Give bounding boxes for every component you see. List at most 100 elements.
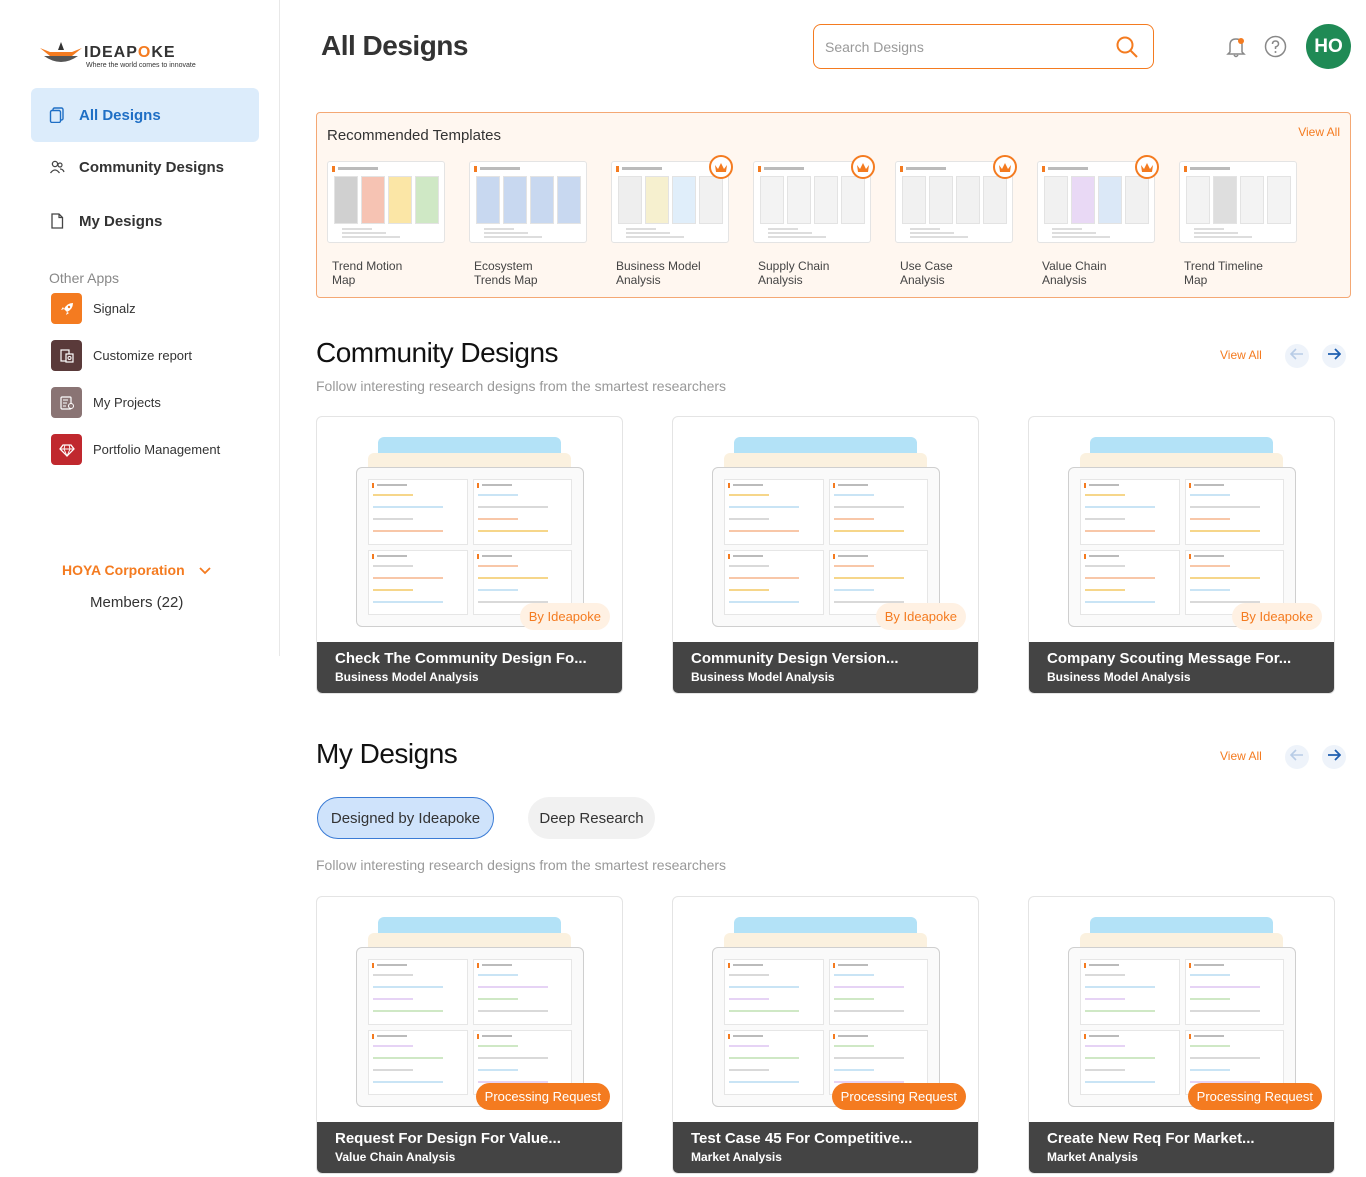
logo-tagline: Where the world comes to innovate xyxy=(86,62,196,69)
projects-icon xyxy=(51,387,82,418)
template-card[interactable]: Trend Motion Map xyxy=(327,161,445,287)
card-footer: Request For Design For Value... Value Cha… xyxy=(317,1122,622,1173)
card-footer: Community Design Version... Business Mode… xyxy=(673,642,978,693)
template-thumbnail xyxy=(469,161,587,243)
card-footer: Test Case 45 For Competitive... Market An… xyxy=(673,1122,978,1173)
template-card[interactable]: Use Case Analysis xyxy=(895,155,1017,287)
nav-my-designs[interactable]: My Designs xyxy=(31,194,259,248)
chevron-down-icon xyxy=(199,562,211,578)
page-title: All Designs xyxy=(321,30,468,61)
status-badge: By Ideapoke xyxy=(1231,603,1322,630)
card-subtitle: Market Analysis xyxy=(691,1150,782,1164)
template-card[interactable]: Ecosystem Trends Map xyxy=(469,161,587,287)
template-thumbnail xyxy=(327,161,445,243)
arrow-left-icon xyxy=(1289,347,1304,365)
template-label: Value Chain Analysis xyxy=(1042,259,1107,287)
my-designs-section-title: My Designs xyxy=(316,738,458,769)
tab-deep-research[interactable]: Deep Research xyxy=(528,797,655,839)
crown-icon xyxy=(851,155,875,179)
status-badge: Processing Request xyxy=(1187,1083,1322,1110)
copy-icon xyxy=(49,107,65,123)
nav-label: Community Designs xyxy=(79,158,225,176)
my-designs-view-all-link[interactable]: View All xyxy=(1220,749,1262,763)
logo-wordmark: IDEAPOKE xyxy=(84,44,176,61)
search-box[interactable] xyxy=(813,24,1154,69)
design-card[interactable]: Processing Request Test Case 45 For Compe… xyxy=(672,896,979,1174)
template-label: Trend Timeline Map xyxy=(1184,259,1263,287)
card-footer: Check The Community Design Fo... Business… xyxy=(317,642,622,693)
sidebar: IDEAPOKE Where the world comes to innova… xyxy=(0,0,280,656)
template-card[interactable]: Business Model Analysis xyxy=(611,155,733,287)
arrow-left-icon xyxy=(1289,748,1304,766)
arrow-right-icon xyxy=(1327,347,1342,365)
arrow-right-icon xyxy=(1327,748,1342,766)
my-designs-prev-button[interactable] xyxy=(1285,745,1309,769)
status-badge: Processing Request xyxy=(831,1083,966,1110)
crown-icon xyxy=(709,155,733,179)
design-card[interactable]: Processing Request Create New Req For Mar… xyxy=(1028,896,1335,1174)
template-card[interactable]: Value Chain Analysis xyxy=(1037,155,1159,287)
community-prev-button[interactable] xyxy=(1285,344,1309,368)
crown-icon xyxy=(1135,155,1159,179)
org-name: HOYA Corporation xyxy=(62,562,185,578)
ideapoke-logo[interactable]: IDEAPOKE Where the world comes to innova… xyxy=(38,36,213,72)
card-title: Check The Community Design Fo... xyxy=(335,650,587,667)
logo-mark-icon xyxy=(40,42,82,62)
bell-icon[interactable] xyxy=(1226,36,1246,63)
card-subtitle: Business Model Analysis xyxy=(691,670,835,684)
app-customize-report[interactable]: Customize report xyxy=(51,340,192,371)
recommended-title: Recommended Templates xyxy=(327,127,501,144)
card-title: Company Scouting Message For... xyxy=(1047,650,1292,667)
card-subtitle: Market Analysis xyxy=(1047,1150,1138,1164)
tab-designed-by-ideapoke[interactable]: Designed by Ideapoke xyxy=(317,797,494,839)
nav-label: All Designs xyxy=(79,106,161,124)
other-apps-heading: Other Apps xyxy=(49,270,120,286)
card-footer: Create New Req For Market... Market Analy… xyxy=(1029,1122,1334,1173)
org-selector[interactable]: HOYA Corporation xyxy=(62,562,211,578)
nav-community-designs[interactable]: Community Designs xyxy=(31,140,259,194)
app-my-projects[interactable]: My Projects xyxy=(51,387,161,418)
rocket-icon xyxy=(51,293,82,324)
avatar[interactable]: HO xyxy=(1306,24,1351,69)
template-card[interactable]: Supply Chain Analysis xyxy=(753,155,875,287)
design-card[interactable]: By Ideapoke Check The Community Design Fo… xyxy=(316,416,623,694)
design-card[interactable]: Processing Request Request For Design For… xyxy=(316,896,623,1174)
recommended-view-all-link[interactable]: View All xyxy=(1298,125,1340,139)
crown-icon xyxy=(993,155,1017,179)
template-thumbnail xyxy=(1179,161,1297,243)
community-section-title: Community Designs xyxy=(316,337,559,368)
app-label: My Projects xyxy=(93,395,161,410)
card-title: Test Case 45 For Competitive... xyxy=(691,1130,913,1147)
report-icon xyxy=(51,340,82,371)
recommended-templates-panel: Recommended Templates View All Trend Mot… xyxy=(316,112,1351,298)
card-footer: Company Scouting Message For... Business … xyxy=(1029,642,1334,693)
app-label: Customize report xyxy=(93,348,192,363)
help-icon[interactable] xyxy=(1264,35,1287,63)
app-label: Signalz xyxy=(93,301,136,316)
card-subtitle: Business Model Analysis xyxy=(1047,670,1191,684)
template-label: Use Case Analysis xyxy=(900,259,953,287)
design-card[interactable]: By Ideapoke Community Design Version... Bu… xyxy=(672,416,979,694)
template-label: Trend Motion Map xyxy=(332,259,403,287)
app-portfolio-management[interactable]: Portfolio Management xyxy=(51,434,220,465)
card-title: Request For Design For Value... xyxy=(335,1130,561,1147)
search-icon[interactable] xyxy=(1115,35,1139,64)
card-subtitle: Business Model Analysis xyxy=(335,670,479,684)
card-subtitle: Value Chain Analysis xyxy=(335,1150,456,1164)
status-badge: By Ideapoke xyxy=(519,603,610,630)
community-subtitle: Follow interesting research designs from… xyxy=(316,378,727,394)
nav-all-designs[interactable]: All Designs xyxy=(31,88,259,142)
users-icon xyxy=(49,159,65,175)
members-count[interactable]: Members (22) xyxy=(90,594,183,611)
search-input[interactable] xyxy=(825,38,1105,55)
template-card[interactable]: Trend Timeline Map xyxy=(1179,161,1297,287)
my-designs-next-button[interactable] xyxy=(1322,745,1346,769)
community-view-all-link[interactable]: View All xyxy=(1220,348,1262,362)
template-label: Ecosystem Trends Map xyxy=(474,259,538,287)
diamond-icon xyxy=(51,434,82,465)
status-badge: By Ideapoke xyxy=(875,603,966,630)
community-next-button[interactable] xyxy=(1322,344,1346,368)
card-title: Create New Req For Market... xyxy=(1047,1130,1255,1147)
app-signalz[interactable]: Signalz xyxy=(51,293,136,324)
design-card[interactable]: By Ideapoke Company Scouting Message For.… xyxy=(1028,416,1335,694)
